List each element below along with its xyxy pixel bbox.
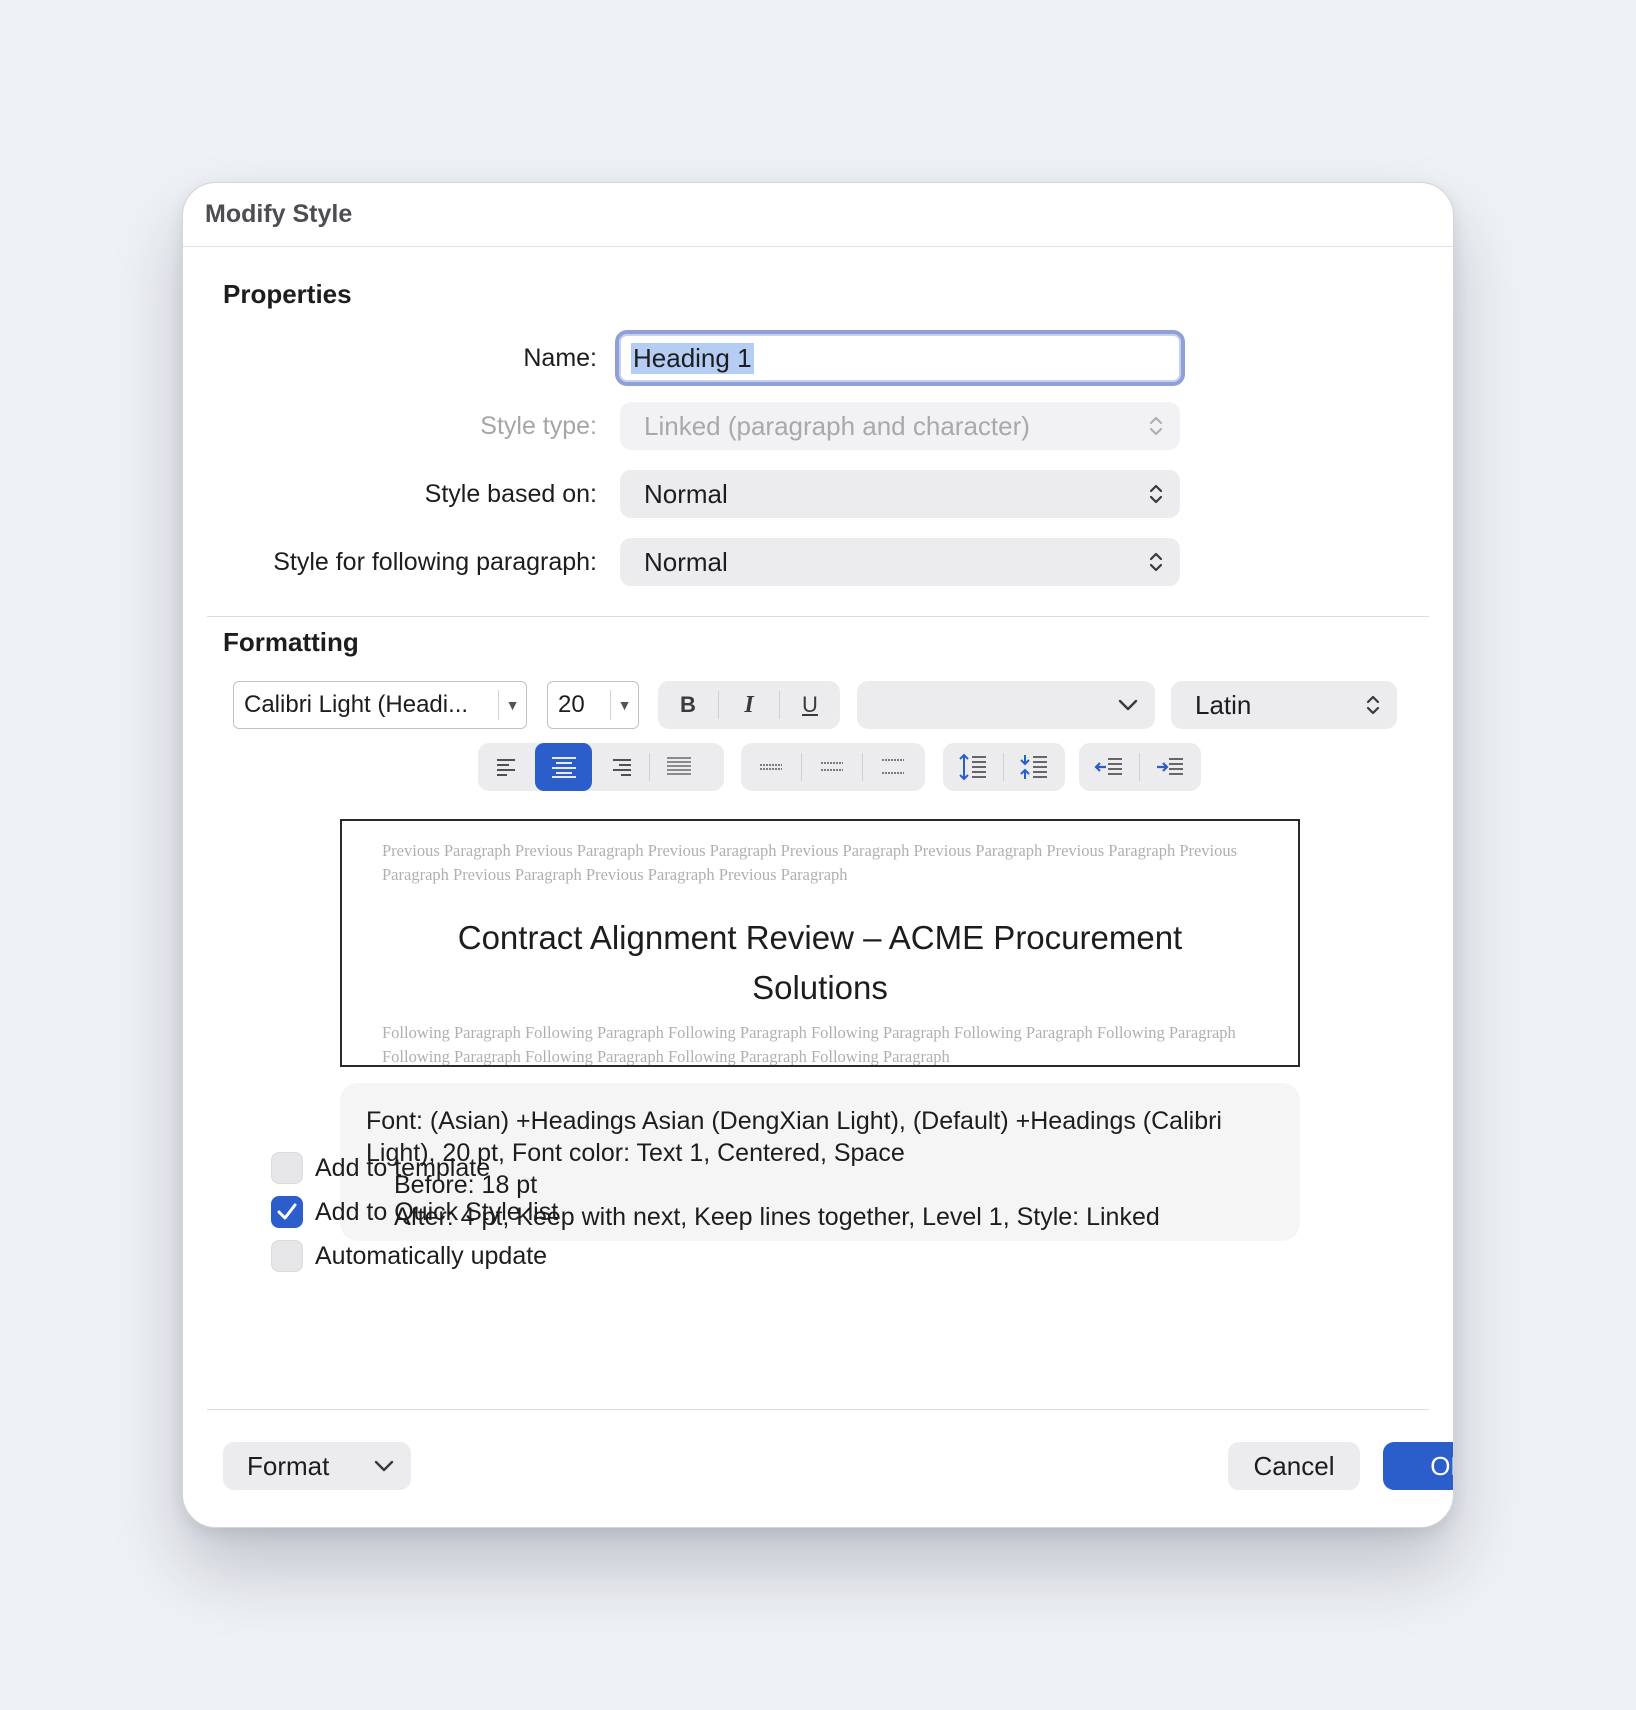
chevron-down-icon	[374, 1460, 394, 1472]
one-half-spacing-button[interactable]	[802, 743, 862, 791]
double-spacing-icon	[882, 759, 904, 774]
chevron-updown-icon	[1149, 416, 1163, 436]
align-left-icon	[496, 759, 515, 776]
style-based-on-popup[interactable]: Normal	[620, 470, 1180, 518]
single-spacing-icon	[760, 764, 782, 770]
decrease-indent-button[interactable]	[1079, 743, 1139, 791]
dialog-titlebar: Modify Style	[183, 183, 1453, 247]
auto-update-option[interactable]: Automatically update	[271, 1239, 547, 1273]
properties-section-title: Properties	[223, 279, 352, 309]
style-preview: Previous Paragraph Previous Paragraph Pr…	[340, 819, 1300, 1067]
font-size-value: 20	[558, 691, 585, 718]
align-left-button[interactable]	[478, 743, 535, 791]
style-type-label: Style type:	[480, 412, 597, 440]
double-spacing-button[interactable]	[863, 743, 923, 791]
footer-divider	[207, 1409, 1429, 1410]
add-to-quick-style-option[interactable]: Add to Quick Style list	[271, 1195, 558, 1229]
style-based-on-label: Style based on:	[424, 480, 597, 508]
checkmark-icon	[277, 1203, 297, 1220]
chevron-updown-icon	[1366, 695, 1380, 715]
ok-button[interactable]: OK	[1383, 1442, 1453, 1490]
dialog-title: Modify Style	[205, 200, 353, 228]
add-to-template-option[interactable]: Add to template	[271, 1151, 490, 1185]
script-value: Latin	[1195, 689, 1252, 720]
add-to-template-label: Add to template	[315, 1153, 491, 1182]
description-line: Font: (Asian) +Headings Asian (DengXian …	[366, 1107, 1222, 1167]
format-label: Format	[247, 1450, 330, 1481]
script-popup[interactable]: Latin	[1171, 681, 1397, 729]
one-half-spacing-icon	[821, 762, 843, 771]
alignment-group	[478, 743, 724, 791]
add-to-quick-style-checkbox[interactable]	[271, 1196, 303, 1228]
preview-previous-paragraph: Previous Paragraph Previous Paragraph Pr…	[382, 841, 1238, 884]
formatting-section-title: Formatting	[223, 627, 359, 657]
justify-button[interactable]	[650, 743, 707, 791]
chevron-down-icon	[1118, 699, 1138, 711]
name-input[interactable]: Heading 1	[615, 330, 1185, 386]
increase-paragraph-spacing-icon	[959, 753, 986, 781]
decrease-paragraph-spacing-icon	[1020, 755, 1047, 779]
name-input-selected-text: Heading 1	[631, 342, 754, 374]
paragraph-spacing-group	[943, 743, 1065, 791]
style-type-popup: Linked (paragraph and character)	[620, 402, 1180, 450]
auto-update-checkbox[interactable]	[271, 1240, 303, 1272]
underline-button[interactable]: U	[780, 681, 840, 729]
align-center-icon	[551, 757, 576, 778]
chevron-updown-icon	[1149, 484, 1163, 504]
style-following-value: Normal	[644, 546, 728, 577]
style-following-popup[interactable]: Normal	[620, 538, 1180, 586]
style-based-on-value: Normal	[644, 478, 728, 509]
italic-button[interactable]: I	[719, 681, 779, 729]
chevron-updown-icon	[1149, 552, 1163, 572]
decrease-spacing-button[interactable]	[1004, 743, 1064, 791]
font-name-value: Calibri Light (Headi...	[244, 691, 469, 718]
align-center-button[interactable]	[535, 743, 592, 791]
dropdown-arrow-icon[interactable]: ▼	[610, 690, 638, 720]
preview-following-paragraph: Following Paragraph Following Paragraph …	[382, 1023, 1236, 1066]
cancel-button[interactable]: Cancel	[1228, 1442, 1360, 1490]
add-to-template-checkbox[interactable]	[271, 1152, 303, 1184]
align-right-button[interactable]	[592, 743, 649, 791]
add-to-quick-style-label: Add to Quick Style list	[315, 1197, 559, 1226]
font-color-popup[interactable]	[857, 681, 1155, 729]
line-spacing-group	[741, 743, 925, 791]
section-divider	[207, 616, 1429, 617]
justify-icon	[666, 757, 691, 775]
style-following-label: Style for following paragraph:	[273, 548, 597, 576]
format-menu-button[interactable]: Format	[223, 1442, 411, 1490]
indent-group	[1079, 743, 1201, 791]
auto-update-label: Automatically update	[315, 1241, 548, 1270]
decrease-indent-icon	[1094, 758, 1122, 775]
name-label: Name:	[523, 344, 597, 372]
modify-style-dialog: Modify Style Properties Name: Heading 1 …	[182, 182, 1454, 1528]
bold-button[interactable]: B	[658, 681, 718, 729]
increase-indent-icon	[1157, 758, 1183, 775]
preview-heading: Contract Alignment Review – ACME Procure…	[457, 919, 1183, 1006]
text-style-group: B I U	[658, 681, 840, 729]
align-right-icon	[612, 759, 631, 776]
dropdown-arrow-icon[interactable]: ▼	[498, 690, 526, 720]
increase-spacing-button[interactable]	[943, 743, 1003, 791]
increase-indent-button[interactable]	[1140, 743, 1200, 791]
single-spacing-button[interactable]	[741, 743, 801, 791]
style-type-value: Linked (paragraph and character)	[644, 410, 1030, 441]
font-size-combo[interactable]: 20 ▼	[547, 681, 639, 729]
font-name-combo[interactable]: Calibri Light (Headi... ▼	[233, 681, 527, 729]
